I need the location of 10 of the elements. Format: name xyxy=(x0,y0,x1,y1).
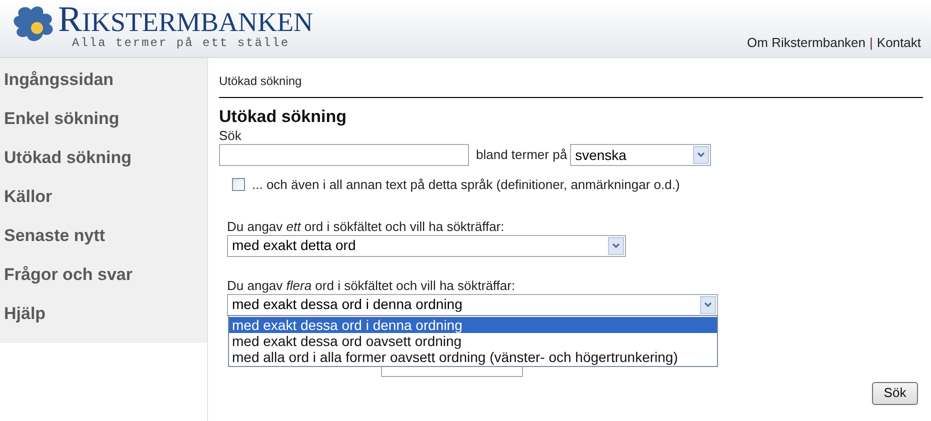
breadcrumb: Utökad sökning xyxy=(219,74,303,90)
field-label: bland termer på xyxy=(476,146,568,164)
link-separator: | xyxy=(870,34,873,52)
logo-title: RIKSTERMBANKEN xyxy=(58,4,314,37)
field-label: Du angav flera ord i sökfältet och vill ha sökträffar: xyxy=(227,278,516,292)
field-label: Du angav ett ord i sökfältet och vill ha sökträffar: xyxy=(227,218,506,234)
page-heading: Utökad sökning xyxy=(219,107,348,127)
field-label: Sök xyxy=(219,128,242,143)
logo-tagline: Alla termer på ett ställe xyxy=(71,37,291,50)
checkbox-label: ... och även i all annan text på detta språk (definitioner, anmärkningar o.d.) xyxy=(252,176,680,194)
